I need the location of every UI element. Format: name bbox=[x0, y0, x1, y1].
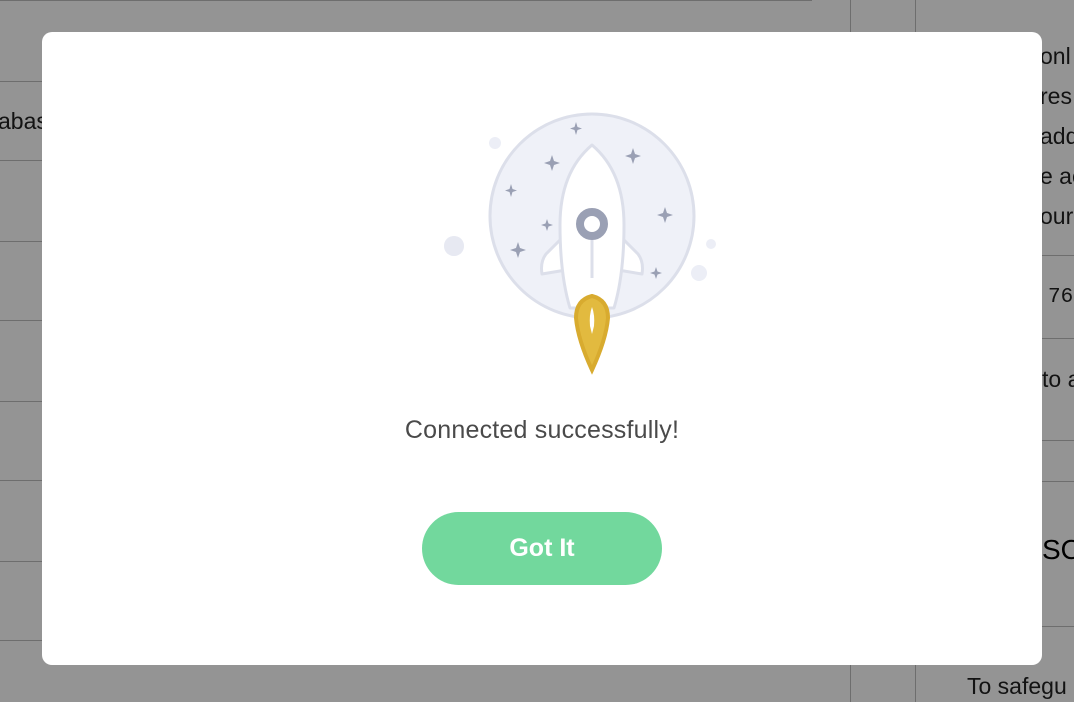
got-it-button[interactable]: Got It bbox=[422, 512, 662, 585]
bubble-icon bbox=[706, 239, 716, 249]
rocket-launch-illustration bbox=[444, 112, 716, 375]
success-message: Connected successfully! bbox=[404, 416, 680, 444]
app-window: abas onl res add e ac our 76 to a SO To … bbox=[0, 0, 1074, 702]
bubble-icon bbox=[489, 137, 501, 149]
success-dialog: Connected successfully! Got It bbox=[42, 32, 1042, 665]
rocket-window-icon bbox=[576, 208, 608, 240]
bubble-icon bbox=[691, 265, 707, 281]
